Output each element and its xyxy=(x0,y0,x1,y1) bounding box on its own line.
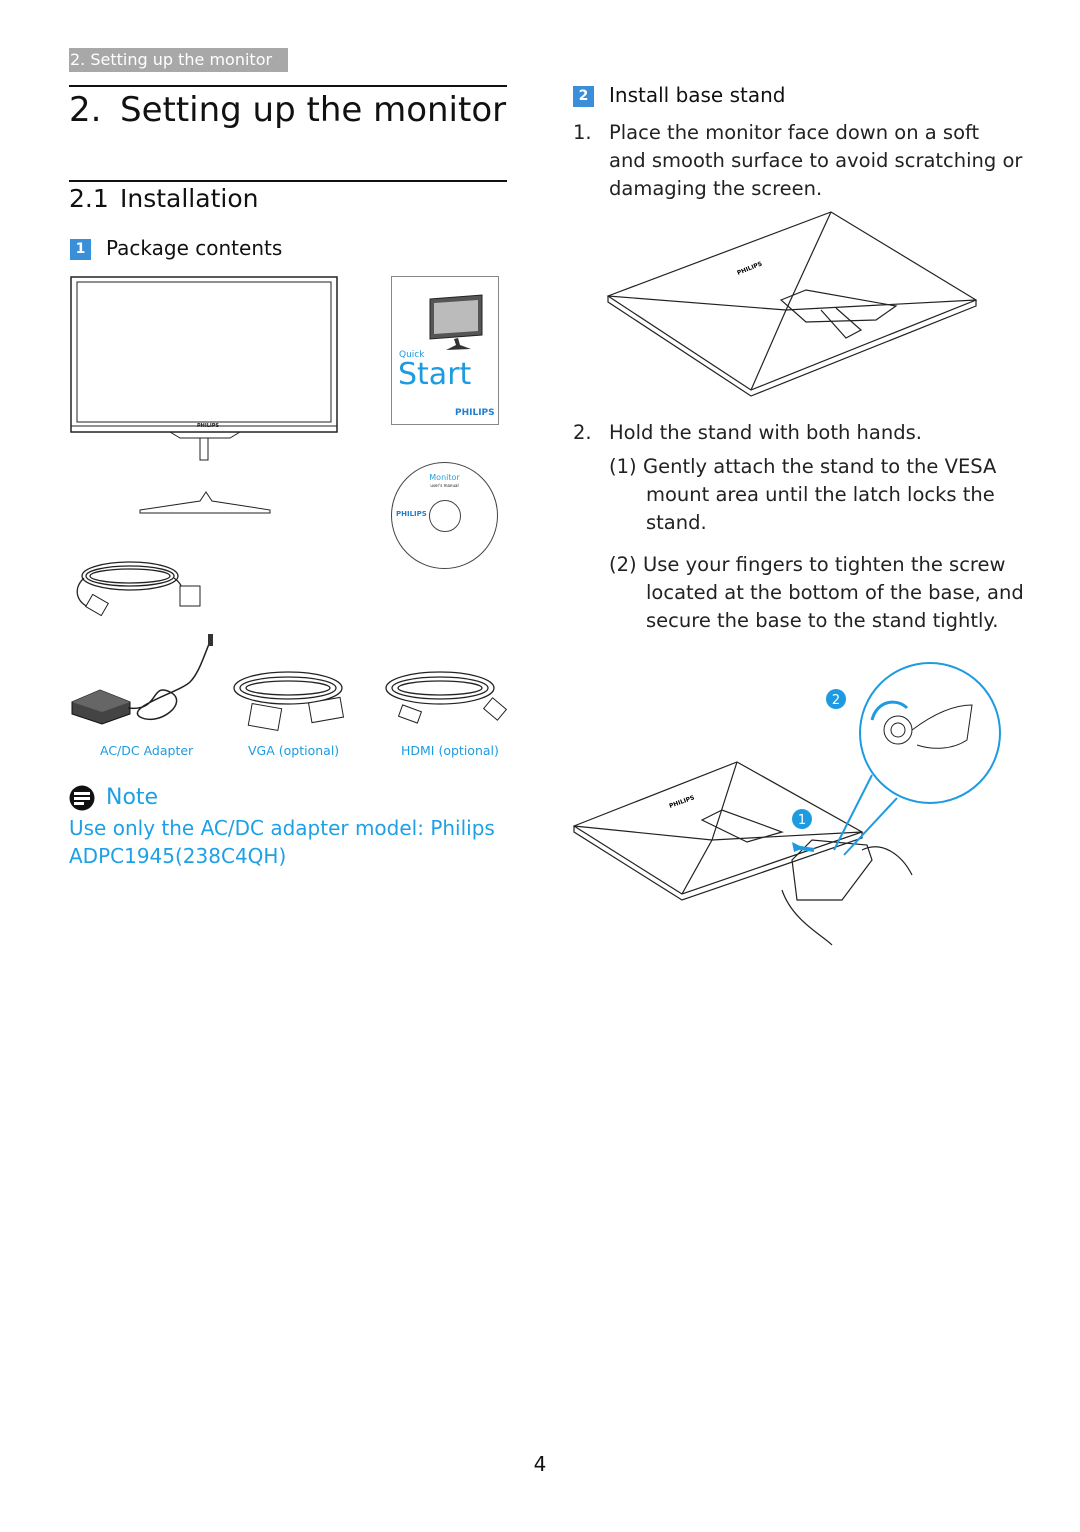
monitor-brand: PHILIPS xyxy=(197,423,219,429)
booklet-brand: PHILIPS xyxy=(455,408,495,418)
chapter-title: 2. Setting up the monitor xyxy=(69,90,506,130)
package-contents-heading: Package contents xyxy=(106,236,283,260)
running-header: 2. Setting up the monitor xyxy=(69,48,288,72)
chapter-number: 2. xyxy=(69,90,102,130)
step-1-line: Place the monitor face down on a soft xyxy=(609,121,980,144)
booklet-start-label: Start xyxy=(398,357,472,392)
power-cord-illustration xyxy=(76,561,201,617)
substep-2-text: Use your fingers to tighten the screw lo… xyxy=(643,551,1024,635)
section-title: 2.1 Installation xyxy=(69,184,258,213)
caption-ac-dc-adapter: AC/DC Adapter xyxy=(100,743,194,758)
substep-2-line: located at the bottom of the base, and xyxy=(646,581,1024,604)
caption-hdmi: HDMI (optional) xyxy=(401,743,499,758)
substep-1-number: (1) xyxy=(609,455,637,478)
section-rule xyxy=(69,180,507,182)
note-text-line-1: Use only the AC/DC adapter model: Philip… xyxy=(69,816,495,840)
page-number: 4 xyxy=(533,1452,547,1476)
step-1-number: 1. xyxy=(573,121,592,144)
monitor-illustration: PHILIPS xyxy=(70,276,338,514)
booklet-monitor-image xyxy=(429,294,483,350)
step-badge-2: 2 xyxy=(573,86,594,107)
callout-1: 1 xyxy=(798,813,806,828)
chapter-title-text: Setting up the monitor xyxy=(120,90,507,130)
substep-2-line: Use your fingers to tighten the screw xyxy=(643,553,1006,576)
face-down-brand: PHILIPS xyxy=(736,260,763,276)
manual-cd: Monitor user's manual PHILIPS xyxy=(391,462,498,569)
substep-2-line: secure the base to the stand tightly. xyxy=(646,609,999,632)
note-title: Note xyxy=(106,785,159,810)
caption-vga: VGA (optional) xyxy=(248,743,340,758)
section-number: 2.1 xyxy=(69,184,109,213)
stand-brand: PHILIPS xyxy=(668,794,695,810)
substep-1-text: Gently attach the stand to the VESA moun… xyxy=(643,453,996,537)
step-2-number: 2. xyxy=(573,421,592,444)
substep-1-line: Gently attach the stand to the VESA xyxy=(643,455,997,478)
install-base-stand-heading: Install base stand xyxy=(609,83,786,107)
step-1-text: Place the monitor face down on a soft an… xyxy=(609,119,1022,203)
note-text: Use only the AC/DC adapter model: Philip… xyxy=(69,814,495,870)
step-1-line: and smooth surface to avoid scratching o… xyxy=(609,149,1023,172)
cd-subtitle: user's manual xyxy=(430,483,459,488)
substep-1-line: stand. xyxy=(646,511,707,534)
vga-cable-illustration xyxy=(233,671,345,732)
step-badge-1: 1 xyxy=(70,239,91,260)
note-text-line-2: ADPC1945(238C4QH) xyxy=(69,844,287,868)
cd-hole xyxy=(429,500,461,532)
monitor-face-down-illustration: PHILIPS xyxy=(606,211,978,397)
stand-attach-illustration: 2 1 PHILIPS xyxy=(572,662,1001,946)
quick-start-booklet: Quick Start PHILIPS xyxy=(391,276,499,425)
chapter-rule xyxy=(69,85,507,87)
note-icon xyxy=(69,785,95,811)
hdmi-cable-illustration xyxy=(385,671,508,724)
cd-brand: PHILIPS xyxy=(396,510,427,518)
section-title-text: Installation xyxy=(120,184,259,213)
callout-2: 2 xyxy=(832,693,840,708)
ac-dc-adapter-illustration xyxy=(71,634,213,725)
substep-2-number: (2) xyxy=(609,553,637,576)
cd-title: Monitor xyxy=(429,473,460,482)
step-1-line: damaging the screen. xyxy=(609,177,823,200)
step-2-text: Hold the stand with both hands. xyxy=(609,421,922,444)
substep-1-line: mount area until the latch locks the xyxy=(646,483,995,506)
